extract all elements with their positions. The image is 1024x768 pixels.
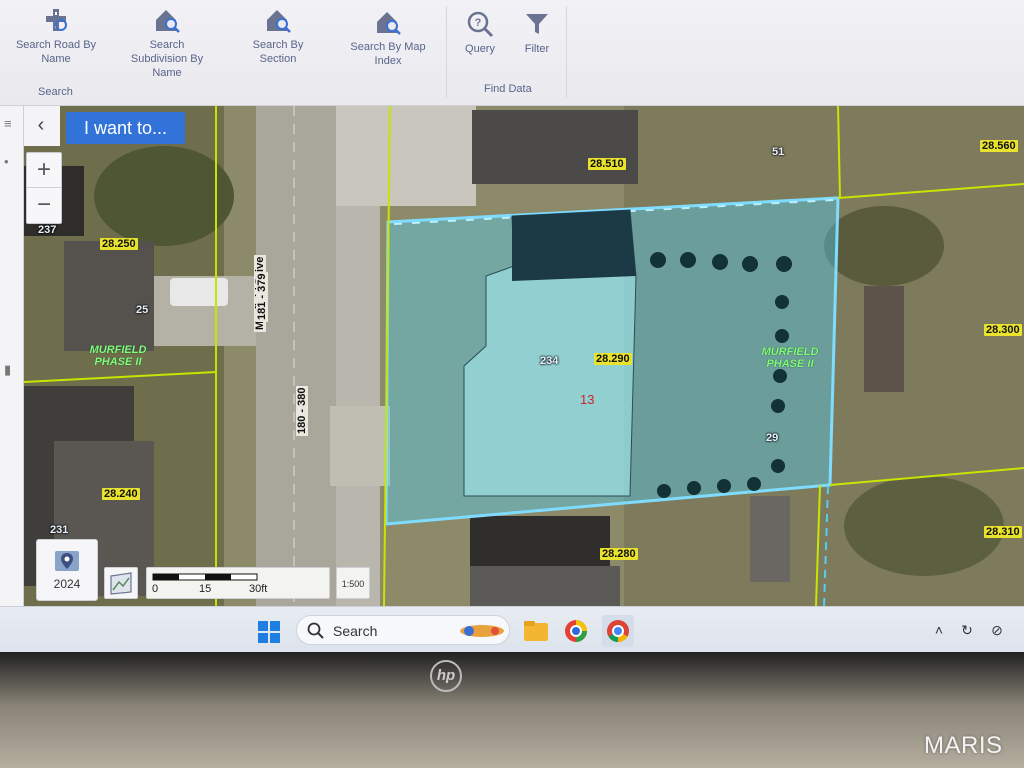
aerial-map[interactable]: 28.510 28.560 28.250 28.290 28.300 28.24… <box>24 106 1024 606</box>
browser-icon[interactable] <box>560 615 592 647</box>
search-by-map-index-button[interactable]: Search By Map Index <box>344 8 432 68</box>
house-search-icon <box>156 10 180 33</box>
parcel-label: 28.560 <box>980 140 1018 152</box>
toolbar-ribbon: Search Road By Name Search Subdivision B… <box>0 0 1024 106</box>
group-divider <box>566 6 567 98</box>
zoom-in-button[interactable]: + <box>27 153 61 188</box>
subdivision-label: MURFIELD PHASE II <box>761 346 819 370</box>
network-offline-icon[interactable]: ⊘ <box>988 621 1006 639</box>
query-button[interactable]: ? Query <box>456 10 504 56</box>
left-side-rail: ≡ • ▮ <box>0 106 24 606</box>
basemap-icon <box>110 572 132 595</box>
find-data-group-label: Find Data <box>484 83 532 95</box>
filter-icon <box>526 14 548 34</box>
parcel-label: 28.510 <box>588 158 626 170</box>
sync-icon[interactable]: ↻ <box>958 621 976 639</box>
show-hidden-icons-chevron-up-icon[interactable]: ˄ <box>930 621 948 639</box>
zoom-out-button[interactable]: − <box>27 188 61 223</box>
scale-bar-graphic <box>152 573 258 581</box>
hp-logo: hp <box>430 660 462 692</box>
house-search-icon <box>377 12 401 35</box>
parcel-label: 28.290 <box>594 353 632 365</box>
search-subdivision-label: Search Subdivision By Name <box>130 39 204 79</box>
query-search-icon: ? <box>467 11 494 38</box>
group-divider <box>446 6 447 98</box>
panel-handle-icon[interactable]: ▮ <box>4 362 18 377</box>
photo-of-laptop-screen: Search Road By Name Search Subdivision B… <box>0 0 1024 768</box>
search-by-map-index-label: Search By Map Index <box>350 41 426 67</box>
road-icon <box>46 9 67 31</box>
windows-start-icon[interactable] <box>258 621 280 643</box>
address-range: 180 - 380 <box>296 385 308 436</box>
house-number: 51 <box>772 146 785 158</box>
file-explorer-icon[interactable] <box>520 615 552 647</box>
lot-number: 13 <box>580 392 595 407</box>
parcel-label: 28.310 <box>984 526 1022 538</box>
filter-label: Filter <box>524 43 550 55</box>
search-road-by-name-button[interactable]: Search Road By Name <box>10 6 102 66</box>
scale-tick: 30ft <box>249 583 268 595</box>
house-number: 25 <box>136 304 149 316</box>
scale-tick: 0 <box>152 583 159 595</box>
parcel-label: 28.280 <box>600 548 638 560</box>
taskbar-search-box[interactable]: Search <box>296 615 510 645</box>
search-by-section-button[interactable]: Search By Section <box>240 6 316 66</box>
imagery-year-button[interactable]: 2024 <box>36 539 98 601</box>
filter-button[interactable]: Filter <box>514 10 560 56</box>
scale-tick: 15 <box>199 583 212 595</box>
search-highlight-icon <box>460 625 504 637</box>
house-search-icon <box>267 10 291 33</box>
parcel-label: 28.300 <box>984 324 1022 336</box>
windows-taskbar: Search ˄ ↻ ⊘ <box>0 606 1024 652</box>
i-want-to-button[interactable]: I want to... <box>66 112 185 144</box>
house-number: 237 <box>38 224 57 236</box>
taskbar-search-label: Search <box>333 623 378 639</box>
watermark: MARIS <box>924 732 1003 759</box>
house-number: 231 <box>50 524 69 536</box>
svg-text:?: ? <box>475 17 482 29</box>
zoom-control: + − <box>26 152 62 224</box>
parcel-label: 28.250 <box>100 238 138 250</box>
search-by-section-label: Search By Section <box>252 39 304 65</box>
subdivision-label: MURFIELD PHASE II <box>89 344 147 368</box>
basemap-button[interactable] <box>104 567 138 599</box>
search-road-label: Search Road By Name <box>15 39 97 65</box>
dot-icon: • <box>4 154 9 169</box>
scale-ratio[interactable]: 1:500 <box>336 567 370 599</box>
back-button[interactable]: ‹ <box>28 112 54 138</box>
search-group-label: Search <box>38 86 73 98</box>
house-number: 234 <box>540 355 559 367</box>
address-range: 181 - 379 <box>256 271 268 322</box>
query-label: Query <box>465 43 495 55</box>
scale-bar: 0 15 30ft <box>146 567 330 599</box>
parcel-label: 28.240 <box>102 488 140 500</box>
aerial-imagery <box>24 106 1024 606</box>
search-icon <box>307 622 324 639</box>
chevron-left-icon: ‹ <box>37 114 45 136</box>
search-subdivision-by-name-button[interactable]: Search Subdivision By Name <box>122 6 212 80</box>
house-number: 29 <box>766 432 779 444</box>
menu-icon[interactable]: ≡ <box>4 116 18 131</box>
chrome-icon[interactable] <box>602 615 634 647</box>
map-pin-icon <box>55 551 79 571</box>
imagery-year-label: 2024 <box>53 577 81 591</box>
